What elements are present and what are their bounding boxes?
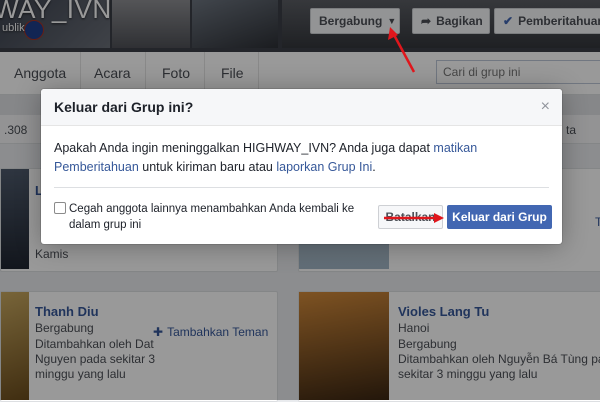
- message-text: Apakah Anda ingin meninggalkan HIGHWAY_I…: [54, 141, 434, 155]
- leave-group-dialog: Keluar dari Grup ini? × Apakah Anda ingi…: [41, 89, 562, 244]
- message-text: untuk kiriman baru atau: [138, 160, 277, 174]
- message-text: .: [372, 160, 376, 174]
- report-group-link[interactable]: laporkan Grup Ini: [276, 160, 372, 174]
- dialog-divider: [54, 187, 549, 188]
- cancel-button[interactable]: Batalkan: [378, 205, 443, 229]
- prevent-readd-checkbox[interactable]: [54, 202, 66, 214]
- dialog-header: Keluar dari Grup ini? ×: [41, 89, 562, 126]
- prevent-readd-label[interactable]: Cegah anggota lainnya menambahkan Anda k…: [69, 201, 369, 233]
- dialog-message: Apakah Anda ingin meninggalkan HIGHWAY_I…: [54, 139, 548, 177]
- leave-group-button[interactable]: Keluar dari Grup: [447, 205, 552, 229]
- close-icon[interactable]: ×: [541, 98, 550, 116]
- dialog-title: Keluar dari Grup ini?: [54, 99, 194, 115]
